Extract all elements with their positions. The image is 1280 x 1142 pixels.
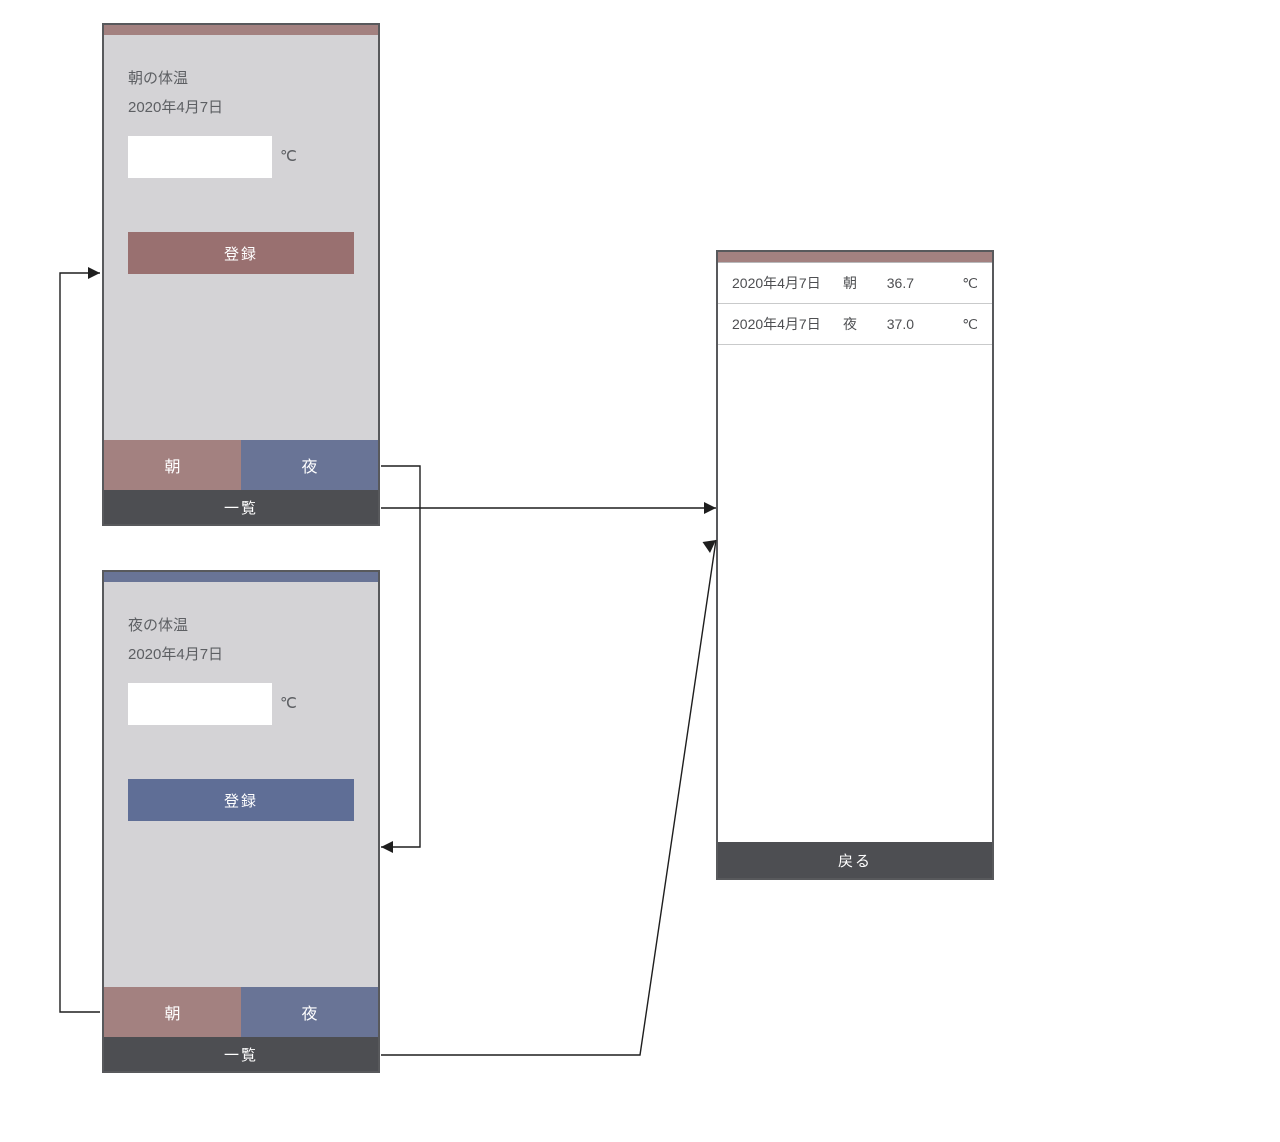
form-body: 夜の体温 2020年4月7日 ℃: [104, 582, 378, 725]
tab-night[interactable]: 夜: [241, 987, 378, 1037]
list-bar[interactable]: 一覧: [104, 1037, 378, 1071]
status-bar: [104, 25, 378, 35]
night-entry-screen: 夜の体温 2020年4月7日 ℃ 登録 朝 夜 一覧: [102, 570, 380, 1073]
record-date: 2020年4月7日: [732, 273, 832, 293]
status-bar: [104, 572, 378, 582]
unit-label: ℃: [280, 690, 297, 719]
diagram-canvas: 朝の体温 2020年4月7日 ℃ 登録 朝 夜 一覧 夜の体温 2020年4月7…: [0, 0, 1280, 1142]
record-unit: ℃: [914, 275, 978, 292]
records-table: 2020年4月7日 朝 36.7 ℃ 2020年4月7日 夜 37.0 ℃: [718, 262, 992, 345]
tab-morning[interactable]: 朝: [104, 440, 241, 490]
tab-morning[interactable]: 朝: [104, 987, 241, 1037]
temperature-input[interactable]: [128, 136, 272, 178]
unit-label: ℃: [280, 143, 297, 172]
record-date: 2020年4月7日: [732, 314, 832, 334]
date-label: 2020年4月7日: [128, 94, 354, 123]
record-row[interactable]: 2020年4月7日 朝 36.7 ℃: [718, 263, 992, 304]
tab-bar: 朝 夜: [104, 440, 378, 490]
tab-night[interactable]: 夜: [241, 440, 378, 490]
spacer: [718, 345, 992, 842]
record-time: 夜: [832, 314, 868, 334]
temperature-input-row: ℃: [128, 683, 354, 725]
spacer: [104, 274, 378, 440]
record-unit: ℃: [914, 316, 978, 333]
back-button[interactable]: 戻る: [718, 842, 992, 878]
date-label: 2020年4月7日: [128, 641, 354, 670]
temperature-input-row: ℃: [128, 136, 354, 178]
list-bar[interactable]: 一覧: [104, 490, 378, 524]
title-label: 夜の体温: [128, 612, 354, 641]
title-label: 朝の体温: [128, 65, 354, 94]
register-button[interactable]: 登録: [128, 232, 354, 274]
record-value: 36.7: [868, 275, 914, 291]
register-button[interactable]: 登録: [128, 779, 354, 821]
form-body: 朝の体温 2020年4月7日 ℃: [104, 35, 378, 178]
record-time: 朝: [832, 273, 868, 293]
record-row[interactable]: 2020年4月7日 夜 37.0 ℃: [718, 304, 992, 345]
temperature-input[interactable]: [128, 683, 272, 725]
tab-bar: 朝 夜: [104, 987, 378, 1037]
status-bar: [718, 252, 992, 262]
spacer: [104, 821, 378, 987]
record-value: 37.0: [868, 316, 914, 332]
morning-entry-screen: 朝の体温 2020年4月7日 ℃ 登録 朝 夜 一覧: [102, 23, 380, 526]
list-screen: 2020年4月7日 朝 36.7 ℃ 2020年4月7日 夜 37.0 ℃ 戻る: [716, 250, 994, 880]
